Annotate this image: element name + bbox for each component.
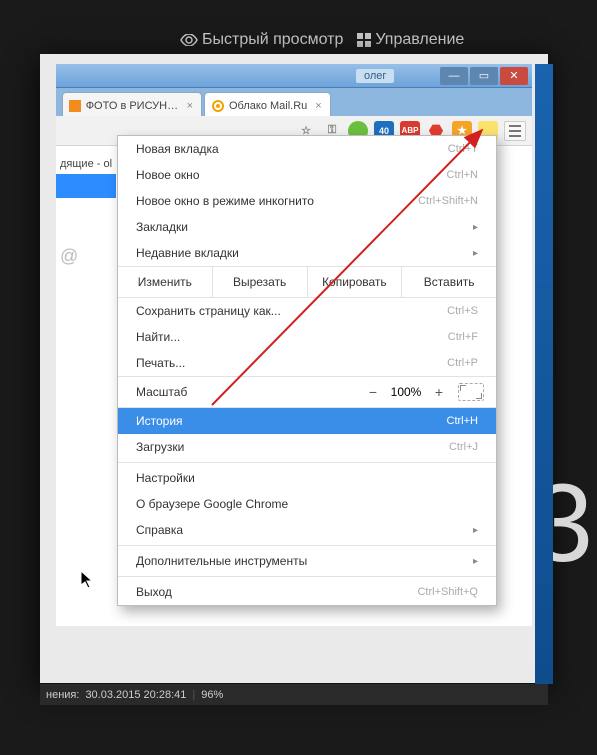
status-zoom: 96% [201,689,223,701]
menu-zoom-row: Масштаб − 100% + [118,376,496,408]
desktop-stripe [535,64,553,684]
menu-recent-tabs[interactable]: Недавние вкладки [118,240,496,266]
tab-close-icon[interactable]: × [187,100,193,112]
tab-label: Облако Mail.Ru [229,100,307,112]
browser-tab[interactable]: ФОТО в РИСУНОК / × [62,92,202,116]
menu-settings[interactable]: Настройки [118,465,496,491]
menu-separator [118,545,496,546]
close-button[interactable]: ✕ [500,67,528,85]
status-divider: | [192,689,195,701]
menu-separator [118,462,496,463]
menu-new-window[interactable]: Новое окноCtrl+N [118,162,496,188]
tab-strip: ФОТО в РИСУНОК / × Облако Mail.Ru × [56,88,532,116]
inbox-row[interactable] [56,218,116,238]
tab-close-icon[interactable]: × [315,100,321,112]
inbox-row[interactable] [56,198,116,218]
window-titlebar[interactable]: олег — ▭ ✕ [56,64,532,88]
zoom-value: 100% [386,385,426,399]
browser-tab[interactable]: Облако Mail.Ru × [204,92,331,116]
tab-label: ФОТО в РИСУНОК / [86,100,179,112]
menu-paste[interactable]: Вставить [402,267,496,297]
quickview-label: Быстрый просмотр [202,31,343,49]
fullscreen-button[interactable] [458,383,484,401]
menu-downloads[interactable]: ЗагрузкиCtrl+J [118,434,496,460]
menu-bookmarks[interactable]: Закладки [118,214,496,240]
manage-control[interactable]: Управление [357,31,464,49]
manage-label: Управление [375,31,464,49]
menu-find[interactable]: Найти...Ctrl+F [118,324,496,350]
status-date: 30.03.2015 20:28:41 [85,689,186,701]
inbox-sidebar-fragment: дящие - ol @ [56,146,116,275]
mouse-cursor-icon [80,570,96,596]
quickview-control[interactable]: Быстрый просмотр [180,31,343,49]
menu-edit-row: Изменить Вырезать Копировать Вставить [118,266,496,298]
viewer-statusbar: нения: 30.03.2015 20:28:41 | 96% [40,683,548,705]
menu-save-as[interactable]: Сохранить страницу как...Ctrl+S [118,298,496,324]
inbox-selected-row[interactable] [56,174,116,198]
grid-icon [357,33,371,47]
profile-badge[interactable]: олег [356,69,394,83]
status-prefix: нения: [46,689,79,701]
inbox-title-fragment: дящие - ol [56,154,116,174]
menu-help[interactable]: Справка [118,517,496,543]
tab-favicon-icon [211,99,225,113]
chrome-menu-button[interactable] [504,121,526,141]
menu-more-tools[interactable]: Дополнительные инструменты [118,548,496,574]
menu-exit[interactable]: ВыходCtrl+Shift+Q [118,579,496,605]
maximize-button[interactable]: ▭ [470,67,498,85]
menu-about[interactable]: О браузере Google Chrome [118,491,496,517]
tab-favicon-icon [69,99,82,113]
menu-cut[interactable]: Вырезать [213,267,308,297]
menu-print[interactable]: Печать...Ctrl+P [118,350,496,376]
menu-edit-label: Изменить [118,267,213,297]
minimize-button[interactable]: — [440,67,468,85]
viewer-topbar: Быстрый просмотр Управление [0,25,597,55]
menu-incognito[interactable]: Новое окно в режиме инкогнитоCtrl+Shift+… [118,188,496,214]
eye-icon [180,34,198,46]
menu-separator [118,576,496,577]
at-icon: @ [56,238,116,275]
menu-copy[interactable]: Копировать [308,267,403,297]
menu-new-tab[interactable]: Новая вкладкаCtrl+T [118,136,496,162]
zoom-label: Масштаб [130,385,360,399]
zoom-in-button[interactable]: + [426,384,452,400]
zoom-out-button[interactable]: − [360,384,386,400]
chrome-main-menu: Новая вкладкаCtrl+T Новое окноCtrl+N Нов… [117,135,497,606]
menu-history[interactable]: ИсторияCtrl+H [118,408,496,434]
